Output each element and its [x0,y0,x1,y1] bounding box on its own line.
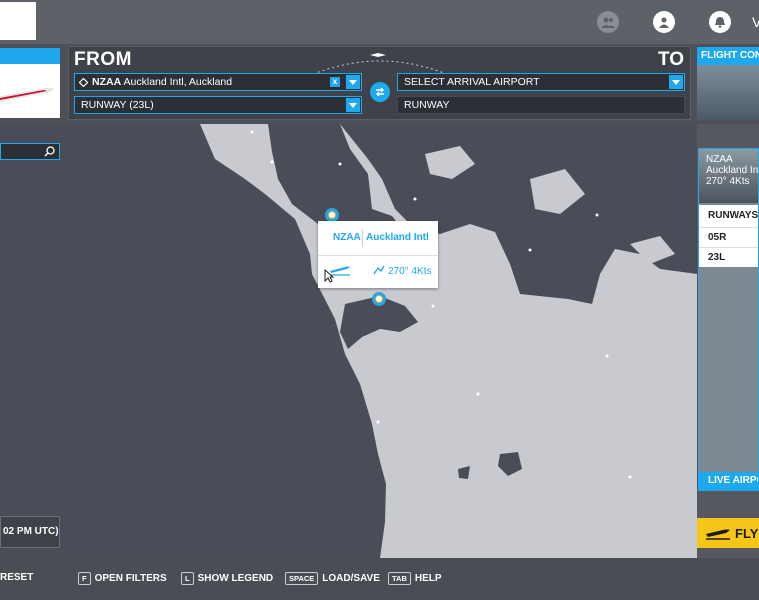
notification-bell-icon[interactable] [709,11,731,33]
to-label: TO [658,49,685,70]
live-airport-label[interactable]: LIVE AIRPORT [699,472,758,490]
open-filters-button[interactable]: F OPEN FILTERS [78,572,167,585]
logo-box [0,2,36,40]
airport-popup[interactable]: NZAA Auckland Intl 270° 4Kts [318,221,438,288]
top-bar-text: V [752,14,759,30]
clear-departure-button[interactable]: x [330,77,340,87]
arrival-runway-value: RUNWAY [404,99,450,111]
load-save-label: LOAD/SAVE [322,573,380,584]
key-hint: L [181,572,194,585]
swap-icon [376,87,384,97]
airport-panel-wind: 270° 4Kts [706,176,750,187]
map-search-input[interactable] [0,143,60,160]
open-filters-label: OPEN FILTERS [94,573,167,584]
time-display[interactable]: 02 PM UTC) [0,516,60,548]
airport-icon [79,78,88,87]
from-label: FROM [74,49,132,70]
airport-info-panel[interactable]: NZAA Auckland Intl 270° 4Kts RUNWAYS 05R… [698,148,759,491]
runways-header: RUNWAYS [699,205,758,227]
popup-airport-name: Auckland Intl [366,232,429,243]
help-button[interactable]: TAB HELP [388,572,442,585]
airport-popup-header: NZAA Auckland Intl [318,221,438,256]
search-icon[interactable] [44,146,55,157]
fly-button[interactable]: FLY [697,518,759,548]
aircraft-thumbnail-bar [0,48,60,64]
popup-wind: 270° 4Kts [388,266,432,277]
swap-airports-button[interactable] [370,82,390,102]
chevron-down-icon[interactable] [346,98,360,112]
show-legend-button[interactable]: L SHOW LEGEND [181,572,273,585]
popup-icao: NZAA [333,232,361,243]
show-legend-label: SHOW LEGEND [197,573,274,584]
reset-button[interactable]: RESET [0,572,33,583]
departure-airport-select[interactable]: NZAA Auckland Intl, Auckland x [74,73,362,91]
flight-conditions-image [697,65,759,120]
airport-panel-name: Auckland Intl [706,165,759,176]
chevron-down-icon[interactable] [346,75,360,89]
departure-runway-value: RUNWAY (23L) [81,99,154,111]
aircraft-thumbnail[interactable] [0,48,60,118]
takeoff-icon [706,529,730,540]
profile-icon[interactable] [653,11,675,33]
departure-name: Auckland Intl, Auckland [123,76,233,88]
flight-conditions-panel[interactable]: FLIGHT CONDITIONS [697,47,759,120]
key-hint: F [78,572,91,585]
fly-label: FLY [735,526,759,541]
key-hint: SPACE [285,572,319,585]
departure-runway-select[interactable]: RUNWAY (23L) [74,96,362,114]
aircraft-image [0,87,54,102]
airport-marker-icon[interactable] [372,292,386,306]
load-save-button[interactable]: SPACE LOAD/SAVE [285,572,380,585]
runway-item[interactable]: 23L [699,247,758,267]
runway-item[interactable]: 05R [699,227,758,247]
friends-icon[interactable] [597,11,619,33]
world-map[interactable] [0,124,697,558]
wind-icon [373,265,385,275]
help-label: HELP [414,573,442,584]
airport-panel-icao: NZAA [706,154,733,165]
popup-divider [362,229,363,247]
airport-marker-icon[interactable] [325,208,339,222]
arrival-airport-placeholder: SELECT ARRIVAL AIRPORT [404,76,540,88]
chevron-down-icon[interactable] [669,75,683,89]
key-hint: TAB [388,572,411,585]
reset-label: RESET [0,572,34,583]
arrival-airport-select[interactable]: SELECT ARRIVAL AIRPORT [397,73,685,91]
flight-conditions-label: FLIGHT CONDITIONS [697,47,759,65]
mouse-cursor-icon [324,269,334,283]
map-dots [250,130,632,479]
arrival-runway-select[interactable]: RUNWAY [397,96,685,114]
top-bar [0,0,759,44]
